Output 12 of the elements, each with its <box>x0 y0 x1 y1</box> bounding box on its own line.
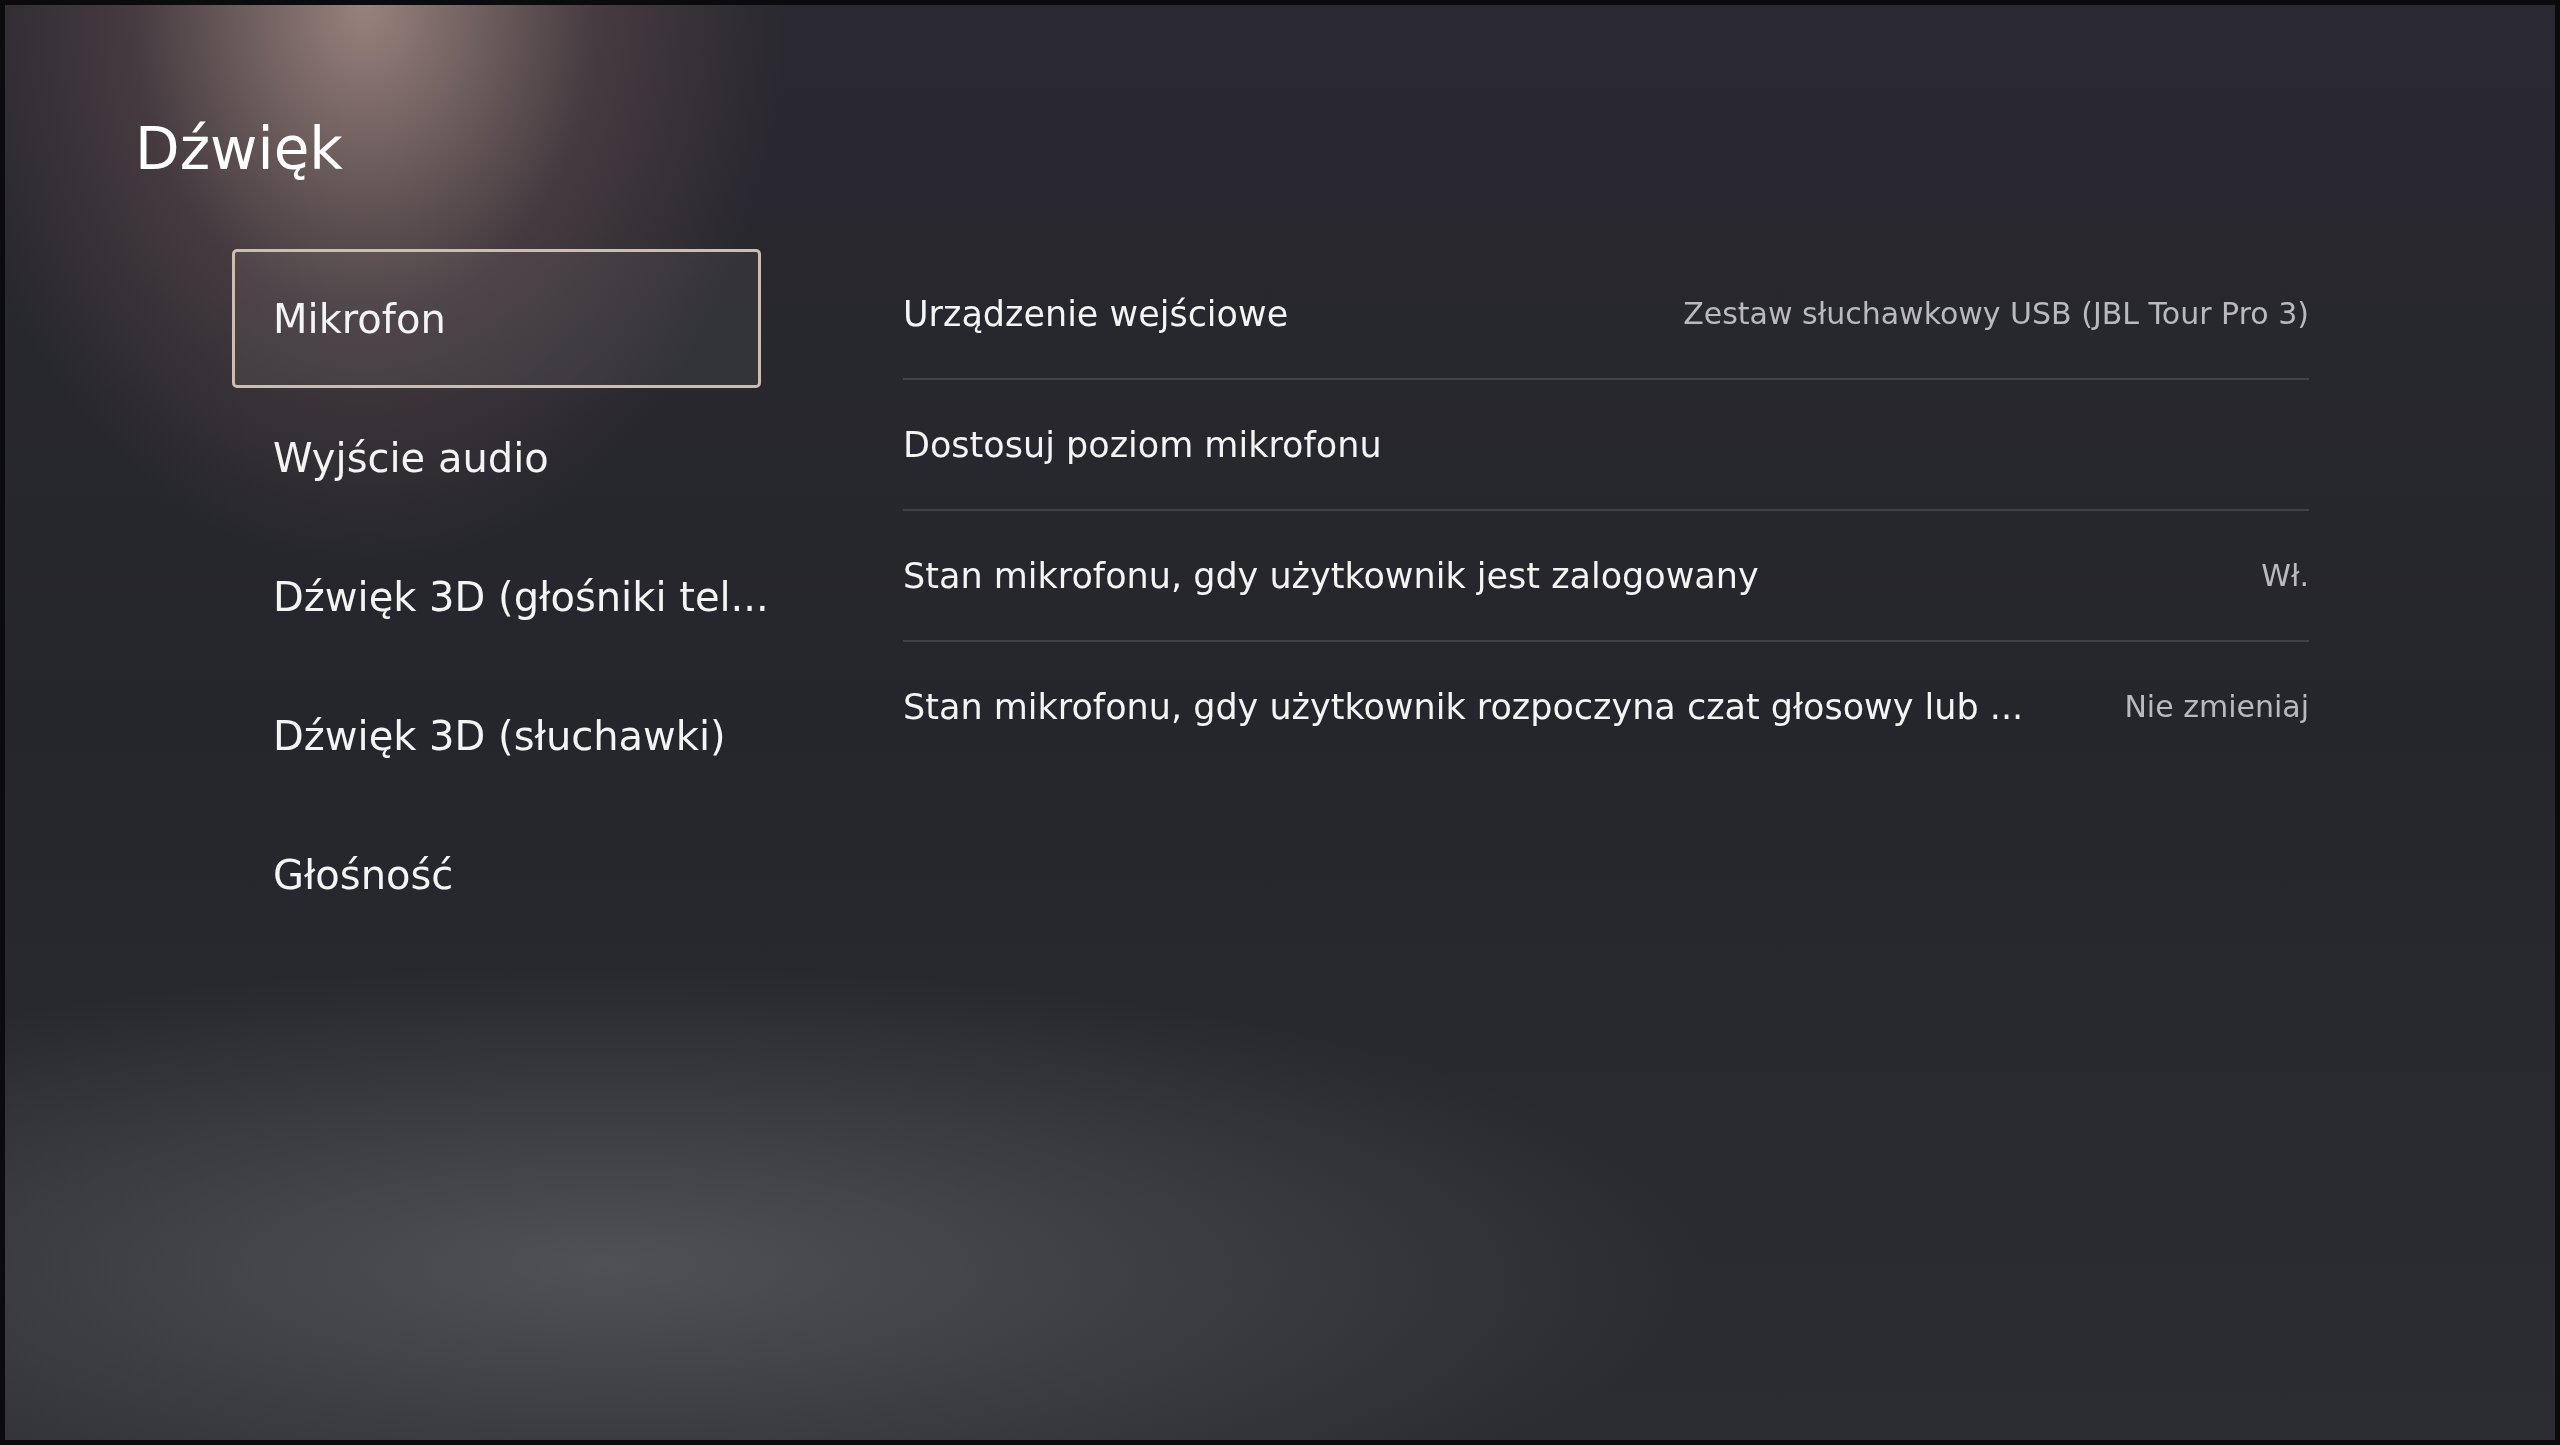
setting-label[interactable]: Dostosuj poziom mikrofonu <box>903 424 1382 465</box>
setting-label[interactable]: Stan mikrofonu, gdy użytkownik jest zalogowany <box>903 555 1759 596</box>
setting-value: Wł. <box>2261 558 2309 593</box>
setting-value: Nie zmieniaj <box>2124 689 2309 724</box>
menu-item[interactable]: Wyjście audio <box>232 388 761 527</box>
page-title: Dźwięk <box>135 114 343 185</box>
menu-item[interactable]: Mikrofon <box>232 249 761 388</box>
setting-label[interactable]: Stan mikrofonu, gdy użytkownik rozpoczyna czat głosowy lub ... <box>903 686 2024 727</box>
setting-value: Zestaw słuchawkowy USB (JBL Tour Pro 3) <box>1683 296 2309 331</box>
menu-item[interactable]: Głośność <box>232 805 761 944</box>
menu-item[interactable]: Dźwięk 3D (słuchawki) <box>232 666 761 805</box>
setting-label[interactable]: Urządzenie wejściowe <box>903 293 1289 334</box>
